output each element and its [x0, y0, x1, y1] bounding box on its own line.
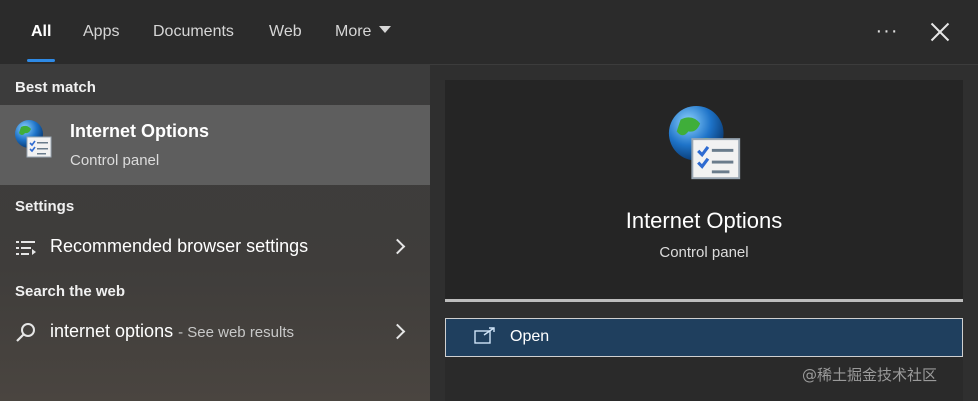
- best-match-title: Internet Options: [70, 121, 209, 141]
- tab-web[interactable]: Web: [269, 0, 302, 64]
- settings-item-recommended-browser[interactable]: Recommended browser settings: [0, 226, 430, 270]
- ellipsis-icon[interactable]: ···: [874, 18, 900, 44]
- open-button[interactable]: Open: [445, 318, 963, 357]
- settings-list-icon: [16, 241, 36, 255]
- best-match-item[interactable]: Internet Options Control panel: [0, 105, 430, 185]
- internet-options-icon: [15, 120, 52, 158]
- tab-all-label: All: [31, 23, 52, 40]
- tab-apps-label: Apps: [83, 23, 120, 40]
- divider: [445, 299, 963, 302]
- preview-title: Internet Options: [625, 208, 783, 233]
- active-tab-indicator: [27, 59, 56, 62]
- preview-panel: Internet Options Control panel Open: [430, 65, 978, 401]
- web-search-text: internet options - See web results: [50, 321, 294, 342]
- tab-more-label: More: [335, 23, 372, 40]
- close-icon[interactable]: [926, 18, 954, 46]
- settings-item-label: Recommended browser settings: [50, 236, 309, 256]
- tab-web-label: Web: [269, 23, 302, 40]
- open-label: Open: [510, 328, 550, 345]
- internet-options-icon: [668, 105, 741, 180]
- search-icon: [16, 323, 35, 342]
- section-settings: Settings: [15, 198, 75, 215]
- open-icon: [474, 327, 495, 344]
- section-search-web: Search the web: [15, 283, 126, 300]
- web-search-query: internet options: [50, 321, 174, 341]
- results-panel: Best match Internet Options Control pane…: [0, 65, 430, 401]
- web-search-suffix: - See web results: [178, 324, 294, 341]
- best-match-subtitle: Control panel: [70, 152, 160, 169]
- watermark: @稀土掘金技术社区: [802, 366, 938, 384]
- section-best-match: Best match: [15, 79, 96, 96]
- tab-documents-label: Documents: [153, 23, 234, 40]
- chevron-right-icon: [389, 238, 406, 255]
- tab-documents[interactable]: Documents: [153, 0, 234, 64]
- preview-subtitle: Control panel: [659, 244, 749, 261]
- preview-card: Internet Options Control panel: [445, 80, 963, 302]
- chevron-down-icon: [379, 26, 392, 34]
- chevron-right-icon: [389, 323, 406, 340]
- web-search-item[interactable]: internet options - See web results: [0, 311, 430, 355]
- tab-all[interactable]: All: [27, 0, 56, 64]
- tab-apps[interactable]: Apps: [83, 0, 119, 64]
- tab-more[interactable]: More: [335, 0, 392, 64]
- search-tab-bar: All Apps Documents Web More ···: [0, 0, 978, 65]
